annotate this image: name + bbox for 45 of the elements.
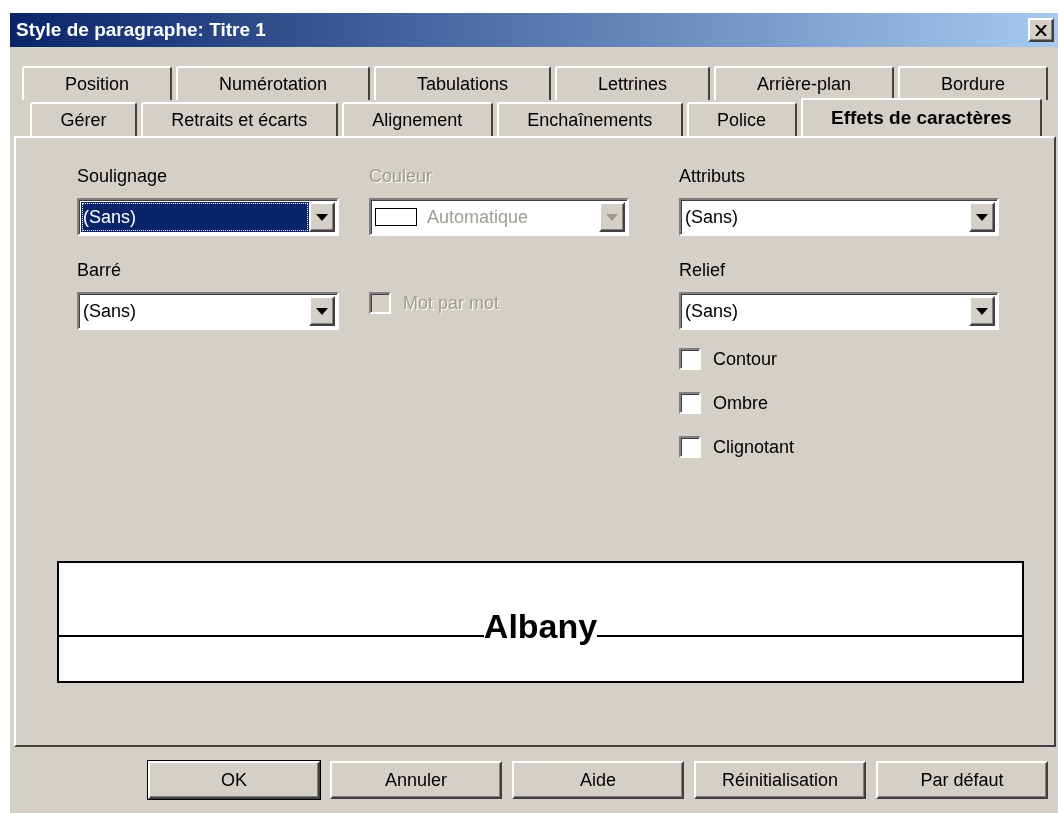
color-swatch-icon (375, 208, 417, 226)
checkbox[interactable] (679, 436, 701, 458)
field-label: Soulignage (77, 166, 168, 188)
tab[interactable]: Arrière-plan (714, 66, 895, 100)
dialog-button[interactable]: OK (148, 761, 320, 799)
tab[interactable]: Bordure (898, 66, 1049, 100)
tab[interactable]: Lettrines (555, 66, 711, 100)
dropdown-field[interactable]: (Sans) (679, 198, 999, 236)
caret-icon (606, 213, 618, 221)
dropdown-field[interactable]: (Sans) (679, 292, 999, 330)
caret-icon (976, 213, 988, 221)
caret-icon (976, 307, 988, 315)
dialog-button[interactable]: Annuler (330, 761, 502, 799)
tab[interactable]: Enchaînements (496, 102, 683, 136)
checkbox[interactable] (679, 392, 701, 414)
preview-text: Albany (483, 609, 598, 643)
close-button[interactable] (1028, 18, 1054, 42)
dialog-button[interactable]: Par défaut (876, 761, 1048, 799)
tab[interactable]: Alignement (341, 102, 493, 136)
dropdown-button[interactable] (309, 296, 335, 326)
tab[interactable]: Tabulations (374, 66, 552, 100)
caret-icon (316, 307, 328, 315)
dropdown-button[interactable] (309, 202, 335, 232)
dialog-button[interactable]: Aide (512, 761, 684, 799)
checkbox-label: Ombre (713, 392, 768, 414)
dropdown-field[interactable]: (Sans) (77, 198, 339, 236)
checkbox-label: Contour (713, 348, 778, 370)
tab[interactable]: Police (686, 102, 797, 136)
dialog-button[interactable]: Réinitialisation (694, 761, 866, 799)
checkbox[interactable] (679, 348, 701, 370)
field-label: Barré (77, 260, 121, 282)
tab[interactable]: Gérer (30, 102, 137, 136)
checkbox-label: Clignotant (713, 436, 795, 458)
dropdown-button[interactable] (969, 202, 995, 232)
caret-icon (316, 213, 328, 221)
tab[interactable]: Numérotation (176, 66, 370, 100)
tab[interactable]: Retraits et écarts (140, 102, 338, 136)
tab[interactable]: Position (22, 66, 172, 100)
dropdown-button[interactable] (969, 296, 995, 326)
close-icon (1035, 24, 1047, 36)
field-label: Relief (679, 260, 726, 282)
field-label: Attributs (679, 166, 746, 188)
window-title: Style de paragraphe: Titre 1 (16, 19, 266, 41)
dropdown-field[interactable]: (Sans) (77, 292, 339, 330)
tab[interactable]: Effets de caractères (800, 98, 1042, 136)
